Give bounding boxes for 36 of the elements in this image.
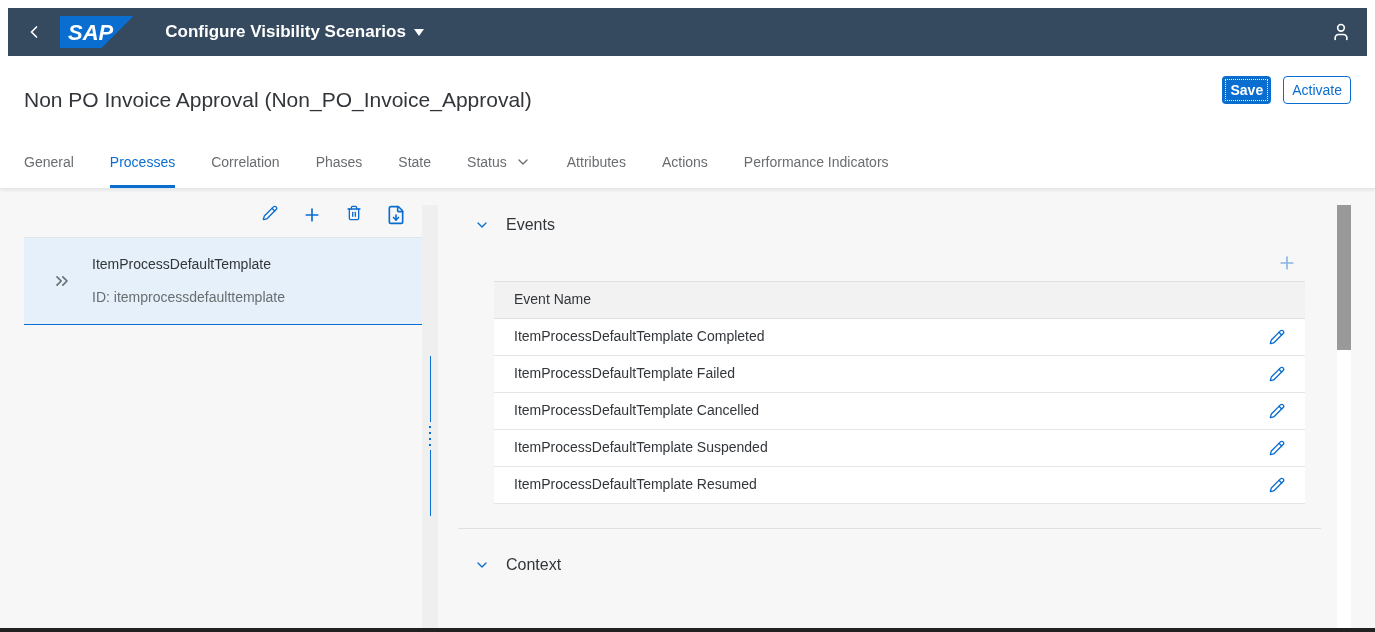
edit-icon[interactable] bbox=[1269, 439, 1285, 456]
user-icon[interactable] bbox=[1331, 22, 1351, 42]
scrollbar-thumb[interactable] bbox=[1337, 204, 1351, 350]
tab[interactable]: Phases bbox=[315, 151, 363, 188]
event-name-cell-text: ItemProcessDefaultTemplate Resumed bbox=[514, 475, 757, 494]
caret-down-icon bbox=[413, 28, 424, 36]
tab[interactable]: State bbox=[398, 151, 432, 188]
import-icon[interactable] bbox=[386, 204, 406, 225]
process-list-item[interactable]: ItemProcessDefaultTemplate ID: itemprocessdefaulttemplate bbox=[24, 236, 422, 325]
edit-icon[interactable] bbox=[1269, 476, 1285, 493]
event-name-cell-text: ItemProcessDefaultTemplate Failed bbox=[514, 364, 735, 383]
edit-icon[interactable] bbox=[262, 204, 278, 221]
page-title: Non PO Invoice Approval (Non_PO_Invoice_Approval) bbox=[24, 87, 532, 114]
edit-icon[interactable] bbox=[1269, 402, 1285, 419]
process-name: ItemProcessDefaultTemplate bbox=[92, 254, 272, 274]
section-header[interactable]: Context bbox=[474, 548, 1321, 581]
splitter-handle[interactable] bbox=[428, 356, 432, 517]
column-header: Event Name bbox=[494, 281, 1305, 319]
tab[interactable]: Performance Indicators bbox=[743, 151, 889, 188]
app-title-menu[interactable]: Configure Visibility Scenarios bbox=[165, 19, 424, 45]
delete-icon[interactable] bbox=[346, 204, 362, 221]
section-header[interactable]: Events bbox=[474, 208, 1321, 241]
process-id: ID: itemprocessdefaulttemplate bbox=[92, 287, 285, 307]
edit-icon[interactable] bbox=[1269, 365, 1285, 382]
tab[interactable]: General bbox=[24, 151, 74, 188]
tab[interactable]: Attributes bbox=[566, 151, 626, 188]
logo: SAP bbox=[60, 16, 134, 48]
event-name-cell-text: ItemProcessDefaultTemplate Suspended bbox=[514, 438, 768, 457]
activate-button[interactable]: Activate bbox=[1283, 76, 1351, 104]
event-name-cell-text: ItemProcessDefaultTemplate Cancelled bbox=[514, 401, 760, 420]
tab[interactable]: Actions bbox=[661, 151, 708, 188]
edit-icon[interactable] bbox=[1269, 328, 1285, 345]
save-button[interactable]: Save bbox=[1222, 76, 1272, 104]
tab[interactable]: Status bbox=[467, 151, 531, 188]
event-name-cell-text: ItemProcessDefaultTemplate Completed bbox=[514, 327, 765, 346]
tab[interactable]: Correlation bbox=[211, 151, 280, 188]
